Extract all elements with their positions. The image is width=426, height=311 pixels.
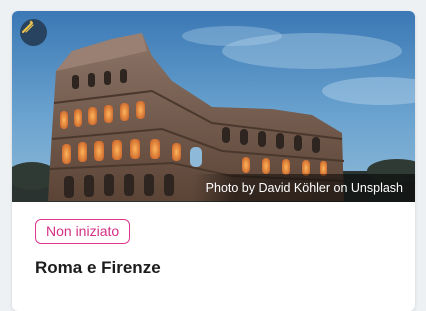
cover-photo: Photo by David Köhler on Unsplash xyxy=(12,11,415,202)
tour-card[interactable]: Photo by David Köhler on Unsplash Non in… xyxy=(12,11,415,311)
status-badge: Non iniziato xyxy=(35,219,131,244)
magic-wand-icon[interactable] xyxy=(20,19,47,46)
card-title[interactable]: Roma e Firenze xyxy=(35,258,415,278)
card-body: Non iniziato Roma e Firenze xyxy=(12,202,415,278)
photo-credit[interactable]: Photo by David Köhler on Unsplash xyxy=(193,174,415,202)
